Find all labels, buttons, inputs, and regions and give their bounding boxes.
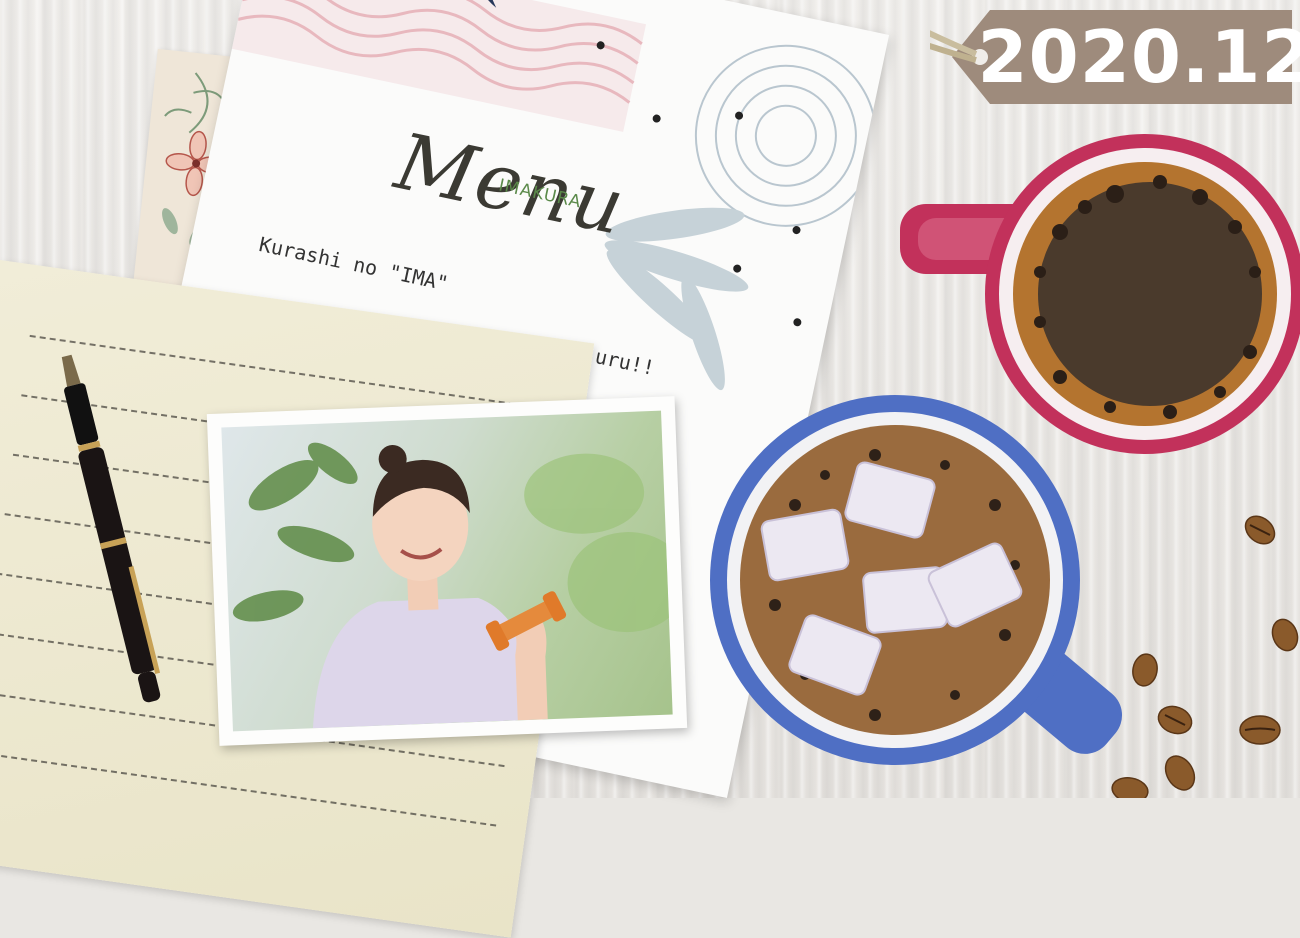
- blue-cocoa-mug-icon: [710, 395, 1123, 765]
- photo-illustration: [232, 442, 673, 729]
- photo-frame: [206, 396, 688, 746]
- fountain-pen-icon: [61, 354, 161, 703]
- woman-dumbbell-photo: [221, 410, 673, 732]
- date-label: 2020.12: [977, 15, 1300, 99]
- coffee-beans-icon: [1111, 515, 1299, 798]
- date-tag: 2020.12: [930, 4, 1300, 112]
